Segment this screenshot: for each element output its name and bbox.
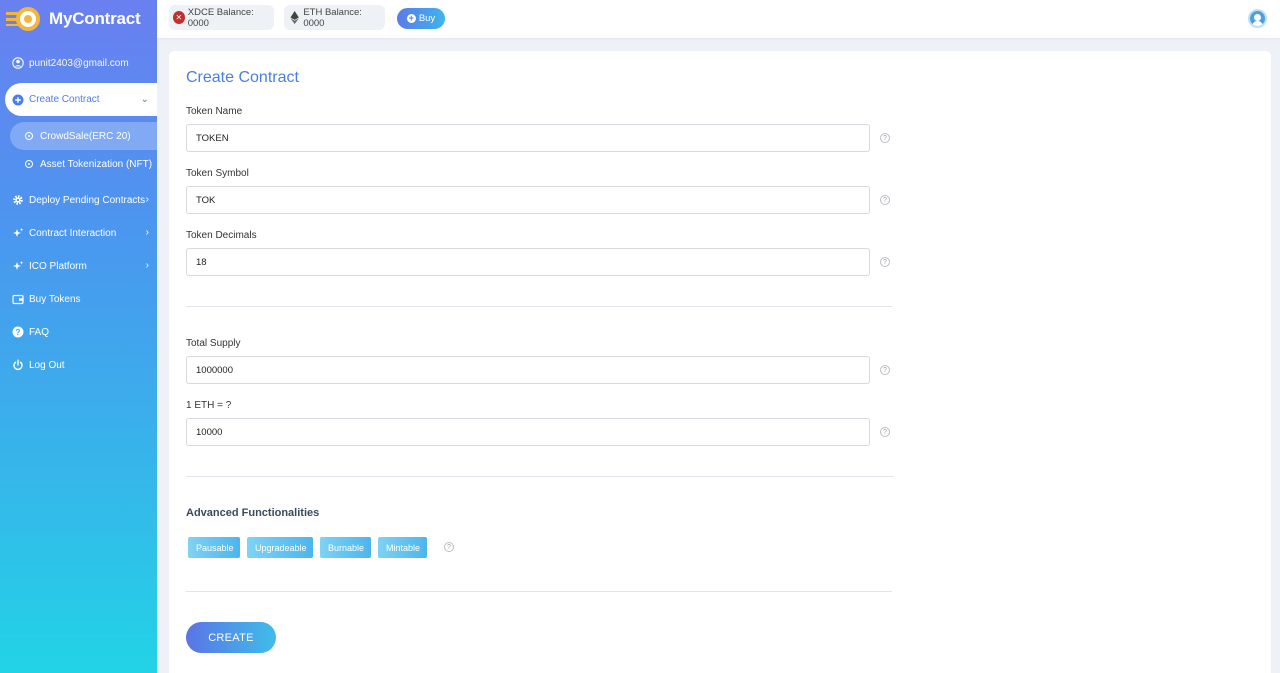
- chevron-down-icon: ⌄: [140, 94, 149, 105]
- plus-circle-icon: [12, 94, 24, 105]
- create-contract-card: Create Contract Token Name ? Token Symbo…: [169, 51, 1271, 673]
- sidebar-item-label: Create Contract: [29, 94, 100, 105]
- token-symbol-input[interactable]: [186, 186, 870, 214]
- sidebar-item-label: Buy Tokens: [29, 293, 81, 305]
- buy-button-label: Buy: [418, 13, 436, 24]
- question-icon: ?: [12, 326, 24, 338]
- upgradeable-toggle[interactable]: Upgradeable: [247, 537, 313, 558]
- user-email: punit2403@gmail.com: [29, 57, 129, 69]
- avatar[interactable]: [1248, 9, 1267, 28]
- sidebar-item-logout[interactable]: Log Out: [0, 353, 157, 377]
- help-icon[interactable]: ?: [880, 257, 890, 267]
- eth-balance-pill: ETH Balance: 0000: [284, 5, 385, 30]
- help-icon[interactable]: ?: [880, 195, 890, 205]
- user-email-row: punit2403@gmail.com: [12, 57, 129, 69]
- eth-rate-label: 1 ETH = ?: [186, 400, 232, 411]
- xdc-coin-icon: ✕: [173, 11, 185, 24]
- plus-icon: +: [406, 13, 416, 23]
- chevron-right-icon: ›: [145, 227, 149, 238]
- gear-icon: [13, 195, 23, 205]
- sparkle-icon: [13, 261, 24, 270]
- sidebar-item-contract-interaction[interactable]: Contract Interaction ›: [0, 221, 157, 245]
- help-icon[interactable]: ?: [880, 365, 890, 375]
- sidebar-subitem-label: CrowdSale(ERC 20): [40, 130, 131, 142]
- sidebar-subitem-crowdsale[interactable]: CrowdSale(ERC 20): [10, 122, 157, 150]
- sidebar-item-deploy-pending[interactable]: Deploy Pending Contracts ›: [0, 188, 157, 212]
- xdce-balance-pill: ✕ XDCE Balance: 0000: [169, 5, 274, 30]
- advanced-functionalities-title: Advanced Functionalities: [186, 507, 320, 519]
- eth-balance: ETH Balance: 0000: [303, 6, 362, 29]
- sidebar-item-faq[interactable]: ? FAQ: [0, 320, 157, 344]
- chevron-right-icon: ›: [145, 260, 149, 271]
- top-bar: ✕ XDCE Balance: 0000 ETH Balance: 0000 +…: [157, 0, 1280, 38]
- svg-text:?: ?: [16, 328, 21, 337]
- brand-name: MyContract: [49, 9, 141, 28]
- token-name-input[interactable]: [186, 124, 870, 152]
- sparkle-icon: [13, 228, 24, 237]
- user-icon: [12, 57, 24, 69]
- wallet-icon: [12, 294, 24, 305]
- token-decimals-label: Token Decimals: [186, 230, 257, 241]
- page-title: Create Contract: [186, 69, 299, 86]
- sidebar-item-label: Log Out: [29, 359, 65, 371]
- chevron-right-icon: ›: [145, 194, 149, 205]
- sidebar-subitem-asset-tokenization[interactable]: Asset Tokenization (NFT): [10, 150, 157, 178]
- divider: [186, 591, 892, 592]
- token-name-label: Token Name: [186, 106, 243, 117]
- sidebar-item-label: Deploy Pending Contracts: [29, 194, 146, 206]
- total-supply-input[interactable]: [186, 356, 870, 384]
- sidebar-item-ico-platform[interactable]: ICO Platform ›: [0, 254, 157, 278]
- create-button[interactable]: CREATE: [186, 622, 276, 653]
- token-decimals-input[interactable]: [186, 248, 870, 276]
- eth-rate-input[interactable]: [186, 418, 870, 446]
- brand[interactable]: MyContract: [0, 0, 157, 38]
- logo-icon: [6, 4, 44, 34]
- mintable-toggle[interactable]: Mintable: [378, 537, 427, 558]
- token-symbol-label: Token Symbol: [186, 168, 249, 179]
- power-icon: [13, 359, 23, 371]
- divider: [186, 476, 894, 477]
- total-supply-label: Total Supply: [186, 338, 241, 349]
- burnable-toggle[interactable]: Burnable: [320, 537, 371, 558]
- help-icon[interactable]: ?: [880, 427, 890, 437]
- ethereum-icon: [290, 11, 299, 24]
- radio-dot-icon: [25, 160, 33, 168]
- help-icon[interactable]: ?: [444, 542, 454, 552]
- sidebar-item-label: Contract Interaction: [29, 227, 117, 239]
- sidebar-item-create-contract[interactable]: Create Contract ⌄: [5, 83, 157, 116]
- xdce-balance: XDCE Balance: 0000: [187, 6, 254, 29]
- sidebar-item-label: FAQ: [29, 326, 50, 338]
- help-icon[interactable]: ?: [880, 133, 890, 143]
- buy-button[interactable]: + Buy: [397, 8, 445, 29]
- radio-dot-icon: [25, 132, 33, 140]
- sidebar-item-buy-tokens[interactable]: Buy Tokens: [0, 287, 157, 311]
- sidebar: MyContract punit2403@gmail.com Create Co…: [0, 0, 157, 673]
- sidebar-item-label: ICO Platform: [29, 260, 87, 272]
- divider: [186, 306, 892, 307]
- pausable-toggle[interactable]: Pausable: [188, 537, 240, 558]
- sidebar-subitem-label: Asset Tokenization (NFT): [40, 158, 153, 170]
